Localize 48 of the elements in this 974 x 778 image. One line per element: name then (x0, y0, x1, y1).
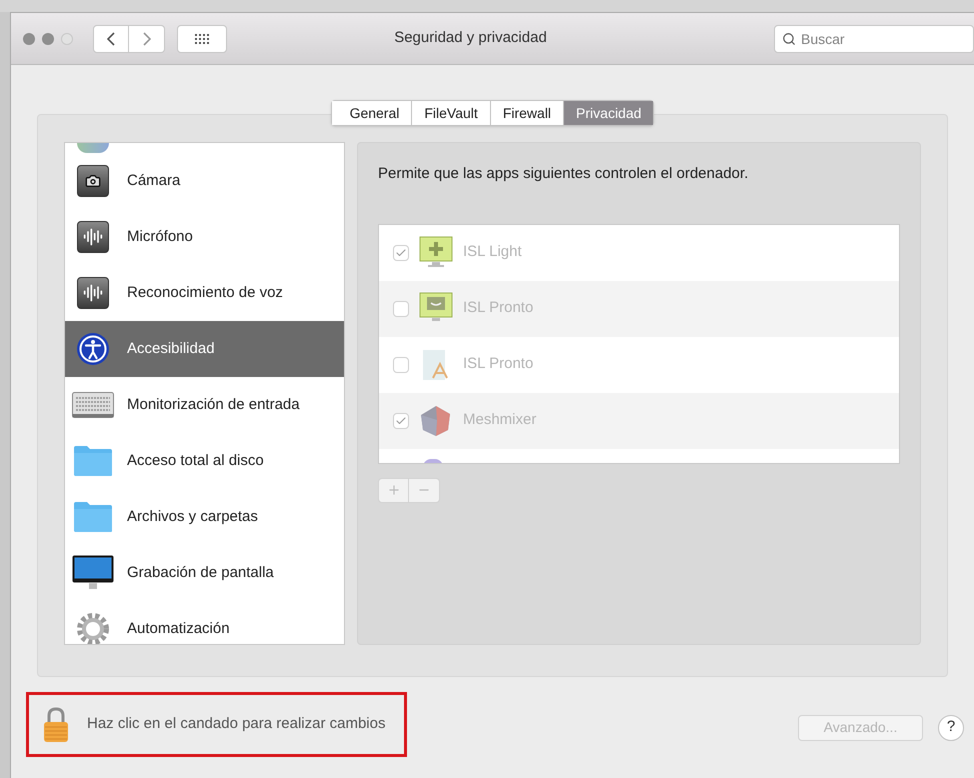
folder-icon (73, 445, 113, 477)
camera-icon (77, 165, 109, 197)
chevron-right-icon (142, 32, 150, 46)
tab[interactable]: FileVault (411, 101, 490, 125)
category-item[interactable]: Grabación de pantalla (65, 545, 344, 601)
polyhedron-icon (419, 404, 453, 438)
category-item[interactable]: Accesibilidad (65, 321, 344, 377)
grid-icon (195, 34, 209, 44)
category-item[interactable]: Automatización (65, 601, 344, 644)
show-all-button[interactable] (177, 24, 227, 52)
category-item[interactable]: Acceso total al disco (65, 433, 344, 489)
help-button[interactable]: ? (938, 714, 964, 740)
remove-button[interactable] (409, 478, 440, 502)
category-item[interactable]: Archivos y carpetas (65, 489, 344, 545)
tab[interactable]: General (332, 101, 412, 125)
zoom-control-icon[interactable] (61, 32, 73, 44)
category-item[interactable]: Cámara (65, 153, 344, 209)
search-icon (782, 32, 796, 46)
waveform-icon (77, 221, 109, 253)
description-text: Permite que las apps siguientes controlen el ordenador. (378, 164, 750, 184)
padlock-icon[interactable] (43, 706, 69, 742)
chevron-left-icon (107, 32, 115, 46)
category-item[interactable]: Monitorización de entrada (65, 377, 344, 433)
forward-button[interactable] (129, 24, 165, 52)
checkbox[interactable] (393, 412, 409, 428)
search-field[interactable]: Buscar (774, 24, 974, 52)
plus-monitor-icon (419, 236, 453, 270)
minimize-control-icon[interactable] (42, 32, 54, 44)
accessibility-icon (76, 332, 110, 366)
category-item[interactable]: Micrófono (65, 209, 344, 265)
tab[interactable]: Privacidad (563, 101, 654, 125)
checkbox[interactable] (393, 300, 409, 316)
lock-message: Haz clic en el candado para realizar cambios (87, 714, 386, 734)
checkbox[interactable] (393, 356, 409, 372)
close-control-icon[interactable] (23, 32, 35, 44)
window-title: Seguridad y privacidad (393, 28, 548, 48)
back-button[interactable] (93, 24, 129, 52)
keyboard-icon (72, 392, 114, 418)
check-icon (395, 246, 407, 258)
monitor-icon (72, 555, 114, 591)
category-item[interactable]: Reconocimiento de voz (65, 265, 344, 321)
tab[interactable]: Firewall (490, 101, 564, 125)
add-button[interactable] (378, 478, 409, 502)
folder-icon (73, 501, 113, 533)
waveform-icon (77, 277, 109, 309)
plus-icon (386, 483, 400, 497)
checkbox[interactable] (393, 244, 409, 260)
check-icon (395, 414, 407, 426)
